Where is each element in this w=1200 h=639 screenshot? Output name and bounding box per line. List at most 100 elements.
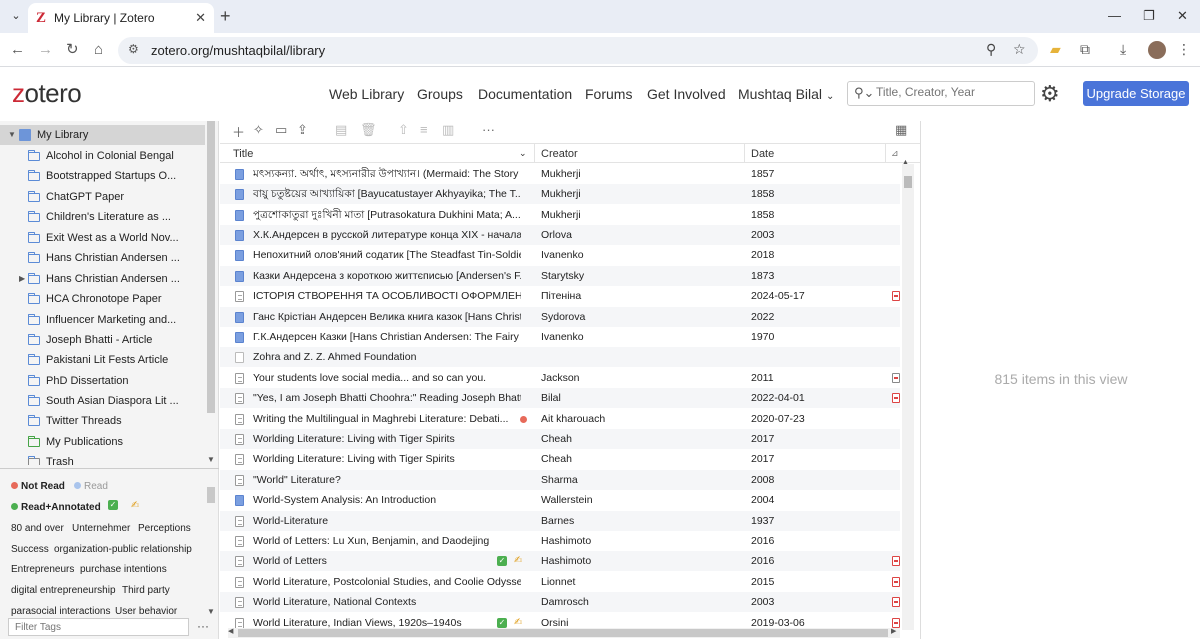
pdf-attachment-icon[interactable]	[892, 556, 900, 566]
add-by-identifier-icon[interactable]: ✧	[253, 122, 264, 138]
user-menu[interactable]: Mushtaq Bilal ⌄	[738, 86, 834, 102]
tags-scroll-down-icon[interactable]: ▼	[207, 607, 215, 616]
title-column-header[interactable]: Title	[233, 148, 253, 160]
collection-item[interactable]: ▶ Hans Christian Andersen ...	[0, 269, 205, 289]
collection-trash[interactable]: Trash	[0, 452, 205, 465]
table-row[interactable]: "Yes, I am Joseph Bhatti Choohra:" Readi…	[220, 388, 900, 408]
table-row[interactable]: "World" Literature? Sharma 2008	[220, 470, 900, 490]
new-tab-icon[interactable]: +	[220, 6, 231, 26]
forward-icon[interactable]: →	[38, 41, 53, 59]
export-icon[interactable]: ⇧	[398, 122, 409, 138]
collection-item[interactable]: Alcohol in Colonial Bengal	[0, 146, 205, 166]
sort-chevron-icon[interactable]: ⌄	[519, 148, 527, 159]
tag-actions-icon[interactable]: ···	[197, 619, 209, 633]
collection-item[interactable]: PhD Dissertation	[0, 371, 205, 391]
pdf-attachment-icon[interactable]	[892, 597, 900, 607]
table-row[interactable]: Worlding Literature: Living with Tiger S…	[220, 429, 900, 449]
items-horizontal-scrollbar[interactable]: ◀ ▶	[228, 628, 900, 638]
tag[interactable]: digital entrepreneurship	[11, 585, 116, 596]
table-row[interactable]: Казки Андерсена з короткою життєписью [A…	[220, 266, 900, 286]
folder-extension-icon[interactable]: ▰	[1050, 41, 1061, 58]
collection-my-publications[interactable]: My Publications	[0, 432, 205, 452]
nav-groups[interactable]: Groups	[417, 86, 463, 102]
pdf-attachment-icon[interactable]	[892, 393, 900, 403]
table-row[interactable]: বায়ু চতুষ্টয়ের আখ্যায়িকা [Bayucatusta…	[220, 184, 900, 204]
table-row[interactable]: Worlding Literature: Living with Tiger S…	[220, 449, 900, 469]
collection-item[interactable]: Bootstrapped Startups O...	[0, 166, 205, 186]
home-icon[interactable]: ⌂	[94, 41, 103, 59]
items-scrollbar[interactable]: ▲	[902, 159, 914, 630]
collection-my-library[interactable]: ▼ My Library	[0, 125, 205, 145]
tag[interactable]: Success	[11, 544, 49, 555]
upgrade-storage-button[interactable]: Upgrade Storage	[1083, 81, 1189, 106]
collection-item[interactable]: Twitter Threads	[0, 411, 205, 431]
collection-item[interactable]: Children's Literature as ...	[0, 207, 205, 227]
pdf-attachment-icon[interactable]	[892, 291, 900, 301]
browser-menu-icon[interactable]: ⋮	[1177, 41, 1191, 58]
nav-forums[interactable]: Forums	[585, 86, 632, 102]
tag[interactable]: Third party	[122, 585, 170, 596]
tag[interactable]: Entrepreneurs	[11, 564, 74, 575]
scroll-thumb[interactable]	[904, 176, 912, 188]
minimize-icon[interactable]: —	[1108, 8, 1121, 23]
scroll-down-icon[interactable]: ▼	[207, 455, 215, 464]
tag-read[interactable]: Read	[74, 481, 108, 492]
table-row[interactable]: Г.К.Андерсен Казки [Hans Christian Ander…	[220, 327, 900, 347]
date-column-header[interactable]: Date	[751, 148, 774, 160]
collection-item[interactable]: Pakistani Lit Fests Article	[0, 350, 205, 370]
table-row[interactable]: Ганс Крістіан Андерсен Велика книга казо…	[220, 307, 900, 327]
collapse-icon[interactable]: ▼	[8, 125, 16, 145]
table-row[interactable]: মৎস্যকন্যা. অর্থাৎ, মৎস্যনারীর উপাখ্যান।…	[220, 164, 900, 184]
back-icon[interactable]: ←	[10, 41, 25, 59]
collection-item[interactable]: South Asian Diaspora Lit ...	[0, 391, 205, 411]
table-row[interactable]: ІСТОРІЯ СТВОРЕННЯ ТА ОСОБЛИВОСТІ ОФОРМЛЕ…	[220, 286, 900, 306]
bibliography-icon[interactable]: ≡	[420, 122, 428, 137]
table-row[interactable]: World-System Analysis: An Introduction Wa…	[220, 490, 900, 510]
cite-icon[interactable]: ▥	[442, 122, 454, 138]
nav-get-involved[interactable]: Get Involved	[647, 86, 726, 102]
snapshot-attachment-icon[interactable]	[892, 373, 900, 383]
tag[interactable]: 80 and over	[11, 523, 64, 534]
checkmark-emoji-tag[interactable]: ✓	[108, 500, 118, 510]
nav-documentation[interactable]: Documentation	[478, 86, 572, 102]
tag[interactable]: parasocial interactions	[11, 606, 111, 617]
restore-icon[interactable]: ❐	[1143, 8, 1155, 24]
new-item-icon[interactable]: ＋	[232, 122, 245, 141]
tab-search-icon[interactable]: ⌄	[6, 6, 26, 26]
tag[interactable]: purchase intentions	[80, 564, 167, 575]
collection-item[interactable]: HCA Chronotope Paper	[0, 289, 205, 309]
upload-file-icon[interactable]: ⇪	[297, 122, 308, 138]
table-row[interactable]: Непохитний олов'яний содатик [The Steadf…	[220, 245, 900, 265]
add-to-collection-icon[interactable]: ▤	[335, 122, 347, 138]
tag[interactable]: Perceptions	[138, 523, 191, 534]
tag-not-read[interactable]: Not Read	[11, 481, 65, 492]
browser-tab[interactable]: Z My Library | Zotero ✕	[28, 3, 214, 33]
tag[interactable]: organization-public relationship	[54, 544, 192, 555]
more-actions-icon[interactable]: ···	[482, 122, 495, 137]
site-info-icon[interactable]: ⚙	[128, 42, 139, 56]
toggle-pane-icon[interactable]: ▦	[895, 122, 907, 138]
tag[interactable]: User behavior	[115, 606, 177, 617]
pdf-attachment-icon[interactable]	[892, 577, 900, 587]
table-row[interactable]: Your students love social media... and s…	[220, 368, 900, 388]
trash-item-icon[interactable]: 🗑	[360, 122, 377, 138]
collection-item[interactable]: Influencer Marketing and...	[0, 310, 205, 330]
table-row[interactable]: World Literature, Postcolonial Studies, …	[220, 572, 900, 592]
download-icon[interactable]: ⤓	[1120, 41, 1126, 58]
table-row[interactable]: World Literature, National Contexts Damro…	[220, 592, 900, 612]
table-row[interactable]: Writing the Multilingual in Maghrebi Lit…	[220, 409, 900, 429]
table-row[interactable]: পুত্রশোকাতুরা দুঃখিনী মাতা [Putrasokatur…	[220, 205, 900, 225]
close-window-icon[interactable]: ✕	[1177, 8, 1188, 24]
table-row[interactable]: World of Letters: Lu Xun, Benjamin, and …	[220, 531, 900, 551]
hscroll-thumb[interactable]	[238, 629, 888, 637]
collections-scrollbar[interactable]	[207, 121, 215, 413]
table-row[interactable]: Zohra and Z. Z. Ahmed Foundation	[220, 347, 900, 367]
writing-hand-emoji-tag[interactable]: ✍	[131, 500, 139, 511]
column-picker-icon[interactable]: ⊿	[891, 148, 899, 159]
scroll-up-icon[interactable]: ▲	[902, 159, 909, 166]
collection-item[interactable]: Hans Christian Andersen ...	[0, 248, 205, 268]
table-row[interactable]: World-Literature Barnes 1937	[220, 511, 900, 531]
tag[interactable]: Unternehmer	[72, 523, 130, 534]
search-input[interactable]	[876, 85, 1031, 99]
tab-close-icon[interactable]: ✕	[195, 10, 206, 26]
